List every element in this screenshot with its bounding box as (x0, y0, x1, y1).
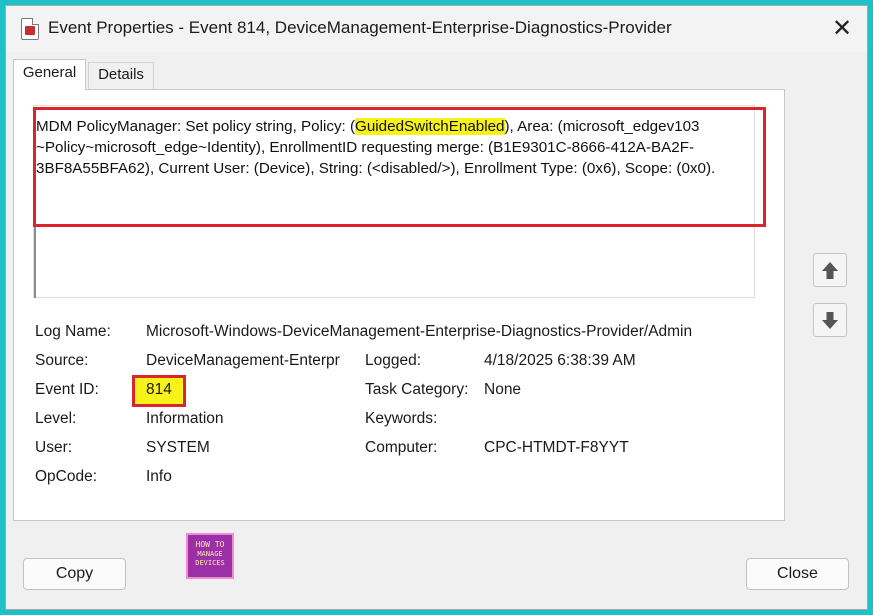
description-scroll-edge (34, 216, 36, 298)
app-icon-fold (32, 18, 39, 25)
computer-value: CPC-HTMDT-F8YYT (484, 439, 629, 456)
logo-line-3: DEVICES (195, 559, 225, 567)
next-event-button[interactable] (813, 303, 847, 337)
computer-label: Computer: (365, 439, 438, 456)
user-label: User: (35, 439, 73, 456)
tab-general[interactable]: General (13, 59, 86, 90)
tab-details[interactable]: Details (88, 62, 154, 89)
task-category-label: Task Category: (365, 381, 469, 398)
opcode-label: OpCode: (35, 468, 98, 485)
arrow-up-icon (822, 262, 838, 279)
description-annotation-box (33, 107, 766, 227)
log-name-label: Log Name: (35, 323, 111, 340)
logged-value: 4/18/2025 6:38:39 AM (484, 352, 636, 369)
event-viewer-app-icon (21, 18, 39, 40)
window-title: Event Properties - Event 814, DeviceMana… (48, 18, 672, 37)
level-label: Level: (35, 410, 77, 427)
close-window-icon[interactable]: ✕ (825, 12, 859, 46)
logo-line-2: MANAGE (197, 550, 223, 558)
close-button[interactable]: Close (746, 558, 849, 590)
event-id-value: 814 (146, 381, 172, 398)
level-value: Information (146, 410, 224, 427)
arrow-down-icon (822, 312, 838, 329)
log-name-value: Microsoft-Windows-DeviceManagement-Enter… (146, 323, 693, 340)
event-id-label: Event ID: (35, 381, 99, 398)
user-value: SYSTEM (146, 439, 210, 456)
app-icon-mark (25, 26, 35, 35)
how-to-manage-devices-logo: HOW TO MANAGE DEVICES (186, 533, 234, 579)
logged-label: Logged: (365, 352, 422, 369)
source-label: Source: (35, 352, 89, 369)
logo-line-1: HOW TO (195, 540, 225, 549)
previous-event-button[interactable] (813, 253, 847, 287)
keywords-label: Keywords: (365, 410, 438, 427)
copy-button[interactable]: Copy (23, 558, 126, 590)
source-value: DeviceManagement-Enterpr (146, 352, 340, 369)
title-bar[interactable]: Event Properties - Event 814, DeviceMana… (6, 6, 867, 52)
opcode-value: Info (146, 468, 172, 485)
task-category-value: None (484, 381, 522, 398)
